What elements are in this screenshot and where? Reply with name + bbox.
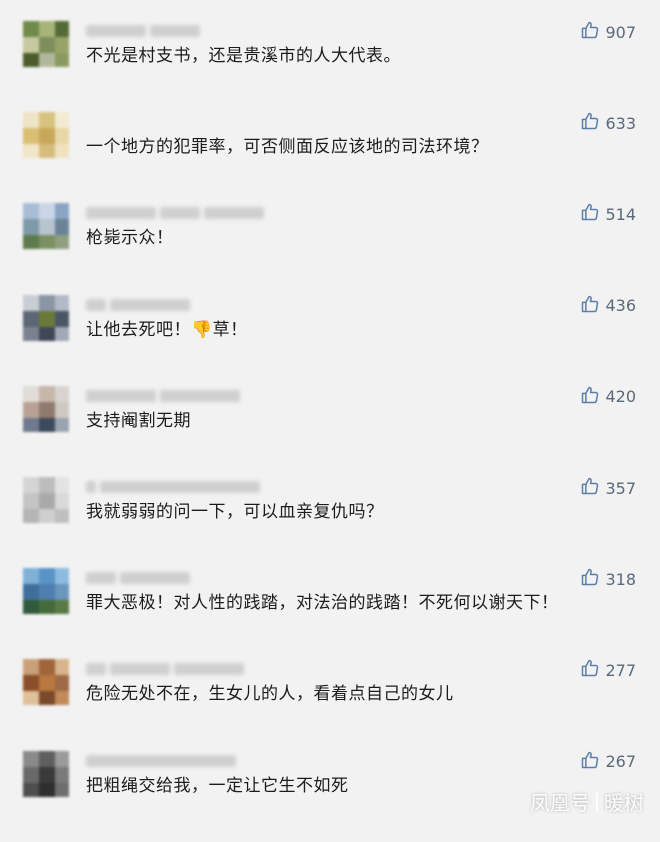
username-blurred[interactable] — [86, 25, 200, 39]
username-blurred[interactable] — [86, 298, 190, 313]
comment-text-main: 枪毙示众！ — [86, 228, 174, 249]
username-blurred[interactable] — [86, 663, 244, 677]
comment-item[interactable]: 支持阉割无期 420 — [0, 385, 660, 477]
like-button[interactable]: 907 — [580, 21, 636, 43]
like-button[interactable]: 357 — [580, 477, 636, 499]
comment-text-main: 危险无处不在，生女儿的人，看着点自己的女儿 — [86, 684, 454, 705]
like-button[interactable]: 318 — [580, 568, 636, 590]
comment-text: 危险无处不在，生女儿的人，看着点自己的女儿 — [86, 679, 454, 704]
comment-text-main: 不光是村支书，还是贵溪市的人大代表。 — [86, 46, 401, 66]
username-block — [86, 754, 236, 767]
comment-item[interactable]: 一个地方的犯罪率，可否侧面反应该地的司法环境？ 633 — [0, 112, 660, 203]
watermark: 凤凰号 暖树 — [530, 787, 644, 816]
thumbs-up-icon — [580, 750, 600, 774]
username-block — [86, 25, 146, 37]
thumbs-up-icon — [580, 567, 600, 591]
comment-text: 一个地方的犯罪率，可否侧面反应该地的司法环境？ — [86, 132, 489, 157]
comment-item[interactable]: 罪大恶极！对人性的践踏，对法治的践踏！不死何以谢天下！ 318 — [0, 568, 660, 659]
comment-item[interactable]: 枪毙示众！ 514 — [0, 203, 660, 294]
username-blurred[interactable] — [86, 207, 264, 221]
avatar[interactable] — [23, 385, 69, 432]
avatar[interactable] — [23, 294, 69, 341]
avatar[interactable] — [23, 203, 69, 250]
username-block — [110, 298, 190, 311]
username-blurred[interactable] — [86, 389, 240, 404]
comment-text: 把粗绳交给我，一定让它生不如死 — [86, 771, 349, 796]
avatar[interactable] — [23, 750, 69, 797]
thumbs-up-icon — [580, 476, 600, 500]
thumbs-down-emoji-icon: 👎 — [191, 319, 213, 340]
like-count: 907 — [605, 22, 636, 42]
thumbs-up-icon — [580, 294, 600, 318]
comment-text-main: 让他去死吧！ — [86, 319, 191, 340]
comment-text: 让他去死吧！👎草！ — [86, 315, 248, 340]
comment-item[interactable]: 不光是村支书，还是贵溪市的人大代表。 907 — [0, 21, 660, 112]
comment-text: 支持阉割无期 — [86, 406, 191, 431]
thumbs-up-icon — [580, 111, 600, 135]
comment-text-main: 罪大恶极！对人性的践踏，对法治的践踏！不死何以谢天下！ — [86, 593, 559, 614]
like-button[interactable]: 420 — [580, 386, 636, 408]
username-block — [120, 572, 190, 585]
username-block — [160, 389, 240, 402]
comment-text: 罪大恶极！对人性的践踏，对法治的践踏！不死何以谢天下！ — [86, 588, 559, 613]
thumbs-up-icon — [580, 202, 600, 226]
username-block — [86, 389, 156, 402]
username-blurred[interactable] — [86, 572, 190, 586]
avatar[interactable] — [23, 659, 69, 706]
thumbs-up-icon — [580, 385, 600, 409]
username-block — [110, 663, 170, 676]
username-block — [86, 481, 96, 493]
avatar[interactable] — [23, 568, 69, 615]
comment-text: 不光是村支书，还是贵溪市的人大代表。 — [86, 41, 401, 66]
username-block — [160, 207, 200, 220]
comment-text-main: 我就弱弱的问一下，可以血亲复仇吗？ — [86, 502, 384, 522]
like-count: 436 — [605, 296, 636, 316]
comment-item[interactable]: 我就弱弱的问一下，可以血亲复仇吗？ 357 — [0, 477, 660, 568]
like-count: 277 — [605, 660, 636, 680]
comment-text-tail: 草！ — [212, 319, 248, 340]
username-block — [100, 481, 260, 493]
username-block — [150, 25, 200, 37]
comment-text-main: 一个地方的犯罪率，可否侧面反应该地的司法环境？ — [86, 137, 489, 158]
like-count: 514 — [605, 204, 636, 224]
like-count: 267 — [605, 752, 636, 772]
comment-text-main: 支持阉割无期 — [86, 410, 191, 431]
username-block — [86, 207, 156, 220]
username-block — [86, 298, 106, 311]
like-button[interactable]: 633 — [580, 112, 636, 134]
watermark-author: 暖树 — [604, 791, 644, 815]
comment-text: 枪毙示众！ — [86, 223, 174, 248]
like-count: 318 — [605, 569, 636, 589]
username-block — [86, 572, 116, 585]
like-button[interactable]: 267 — [580, 751, 636, 773]
like-count: 633 — [605, 113, 636, 133]
comment-text-main: 把粗绳交给我，一定让它生不如死 — [86, 775, 349, 796]
watermark-brand: 凤凰号 — [530, 791, 590, 815]
like-button[interactable]: 514 — [580, 203, 636, 225]
thumbs-up-icon — [580, 20, 600, 44]
username-blurred[interactable] — [86, 481, 260, 495]
like-count: 357 — [605, 478, 636, 498]
like-count: 420 — [605, 387, 636, 407]
comment-item[interactable]: 危险无处不在，生女儿的人，看着点自己的女儿 277 — [0, 659, 660, 750]
comment-text: 我就弱弱的问一下，可以血亲复仇吗？ — [86, 497, 384, 522]
thumbs-up-icon — [580, 658, 600, 682]
comment-item[interactable]: 让他去死吧！👎草！ 436 — [0, 294, 660, 386]
username-blurred[interactable] — [86, 754, 236, 769]
avatar[interactable] — [23, 112, 69, 159]
like-button[interactable]: 436 — [580, 295, 636, 317]
username-block — [204, 207, 264, 220]
username-block — [86, 663, 106, 676]
watermark-divider — [596, 792, 598, 811]
username-block — [174, 663, 244, 676]
like-button[interactable]: 277 — [580, 659, 636, 681]
avatar[interactable] — [23, 477, 69, 523]
avatar[interactable] — [23, 21, 69, 67]
